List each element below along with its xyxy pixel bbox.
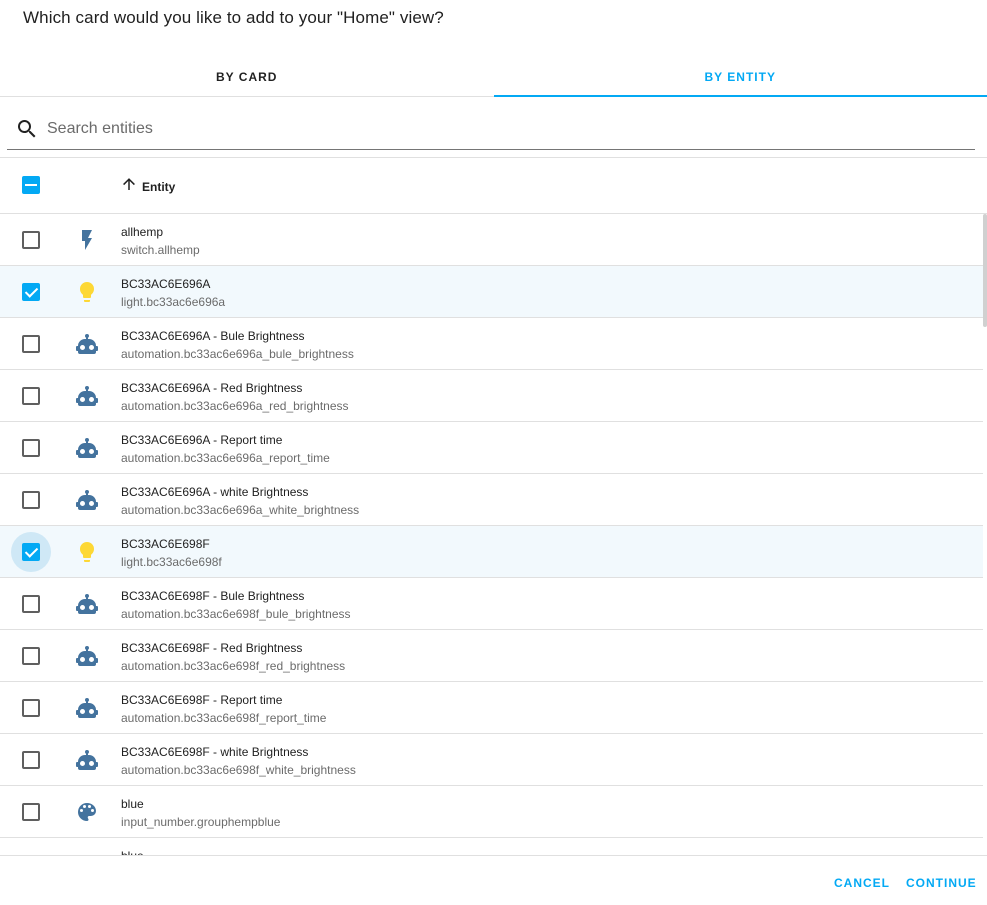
entity-id: automation.bc33ac6e698f_report_time: [121, 711, 327, 725]
entity-name: BC33AC6E698F - Report time: [121, 693, 283, 707]
row-checkbox[interactable]: [22, 699, 40, 717]
tab-bar: BY CARD BY ENTITY: [0, 56, 987, 97]
entity-id: input_number.grouphempblue: [121, 815, 281, 829]
entity-name: allhemp: [121, 225, 164, 239]
table-row[interactable]: BC33AC6E696A - Bule Brightness automation…: [0, 318, 983, 370]
continue-button[interactable]: CONTINUE: [906, 876, 977, 890]
magnify-icon: [15, 117, 39, 141]
entity-column-label: Entity: [142, 179, 176, 194]
tab-by-entity[interactable]: BY ENTITY: [493, 56, 987, 97]
table-row[interactable]: BC33AC6E696A - Report time automation.bc3…: [0, 422, 983, 474]
entity-id: automation.bc33ac6e698f_white_brightness: [121, 763, 356, 777]
row-checkbox[interactable]: [22, 491, 40, 509]
cancel-button[interactable]: CANCEL: [834, 876, 890, 890]
robot-icon: [76, 594, 98, 614]
entity-id: automation.bc33ac6e696a_bule_brightness: [121, 347, 354, 361]
table-row[interactable]: blue: [0, 838, 983, 855]
table-row[interactable]: BC33AC6E696A - white Brightness automatio…: [0, 474, 983, 526]
entity-name: BC33AC6E696A - Bule Brightness: [121, 329, 305, 343]
table-row[interactable]: BC33AC6E696A light.bc33ac6e696a: [0, 266, 983, 318]
search-bar: [7, 108, 975, 150]
row-checkbox[interactable]: [22, 543, 40, 561]
dialog-footer: CANCEL CONTINUE: [0, 855, 987, 905]
row-checkbox[interactable]: [22, 283, 40, 301]
table-row[interactable]: allhemp switch.allhemp: [0, 214, 983, 266]
select-all-checkbox[interactable]: [22, 176, 40, 194]
entity-list: allhemp switch.allhemp BC33AC6E696A light.b…: [0, 214, 983, 855]
entity-id: automation.bc33ac6e698f_red_brightness: [121, 659, 346, 673]
lightbulb-icon: [80, 282, 94, 302]
robot-icon: [76, 750, 98, 770]
row-checkbox[interactable]: [22, 595, 40, 613]
table-row[interactable]: BC33AC6E698F light.bc33ac6e698f: [0, 526, 983, 578]
robot-icon: [76, 386, 98, 406]
entity-name: blue: [121, 797, 144, 811]
arrow-up-icon: [120, 175, 138, 198]
entity-id: switch.allhemp: [121, 243, 200, 257]
robot-icon: [76, 438, 98, 458]
entity-id: light.bc33ac6e696a: [121, 295, 226, 309]
entity-id: automation.bc33ac6e696a_report_time: [121, 451, 330, 465]
row-checkbox[interactable]: [22, 751, 40, 769]
entity-id: light.bc33ac6e698f: [121, 555, 222, 569]
entity-id: automation.bc33ac6e696a_red_brightness: [121, 399, 349, 413]
robot-icon: [76, 334, 98, 354]
entity-name: BC33AC6E698F: [121, 537, 210, 551]
row-checkbox[interactable]: [22, 647, 40, 665]
entity-name: BC33AC6E696A - Report time: [121, 433, 283, 447]
robot-icon: [76, 698, 98, 718]
robot-icon: [76, 646, 98, 666]
list-scrollbar[interactable]: [983, 214, 987, 327]
search-input[interactable]: [47, 119, 927, 138]
table-row[interactable]: BC33AC6E698F - Red Brightness automation.…: [0, 630, 983, 682]
dialog-title: Which card would you like to add to your…: [23, 8, 444, 27]
table-row[interactable]: BC33AC6E696A - Red Brightness automation.…: [0, 370, 983, 422]
entity-name: BC33AC6E696A: [121, 277, 211, 291]
entity-name: BC33AC6E698F - Red Brightness: [121, 641, 303, 655]
entity-id: automation.bc33ac6e698f_bule_brightness: [121, 607, 351, 621]
row-checkbox[interactable]: [22, 335, 40, 353]
entity-name: BC33AC6E698F - Bule Brightness: [121, 589, 305, 603]
table-row[interactable]: blue input_number.grouphempblue: [0, 786, 983, 838]
row-checkbox[interactable]: [22, 439, 40, 457]
table-row[interactable]: BC33AC6E698F - Bule Brightness automation…: [0, 578, 983, 630]
palette-icon: [78, 803, 96, 821]
entity-column-header[interactable]: Entity: [120, 175, 175, 198]
robot-icon: [76, 490, 98, 510]
row-checkbox[interactable]: [22, 231, 40, 249]
row-checkbox[interactable]: [22, 387, 40, 405]
entity-id: automation.bc33ac6e696a_white_brightness: [121, 503, 360, 517]
entity-name: BC33AC6E698F - white Brightness: [121, 745, 309, 759]
table-header: Entity: [0, 157, 987, 214]
flash-icon: [82, 230, 92, 250]
table-row[interactable]: BC33AC6E698F - Report time automation.bc3…: [0, 682, 983, 734]
table-row[interactable]: BC33AC6E698F - white Brightness automatio…: [0, 734, 983, 786]
tab-by-card[interactable]: BY CARD: [0, 56, 494, 96]
entity-name: BC33AC6E696A - Red Brightness: [121, 381, 303, 395]
row-checkbox[interactable]: [22, 803, 40, 821]
lightbulb-icon: [80, 542, 94, 562]
entity-name: BC33AC6E696A - white Brightness: [121, 485, 309, 499]
